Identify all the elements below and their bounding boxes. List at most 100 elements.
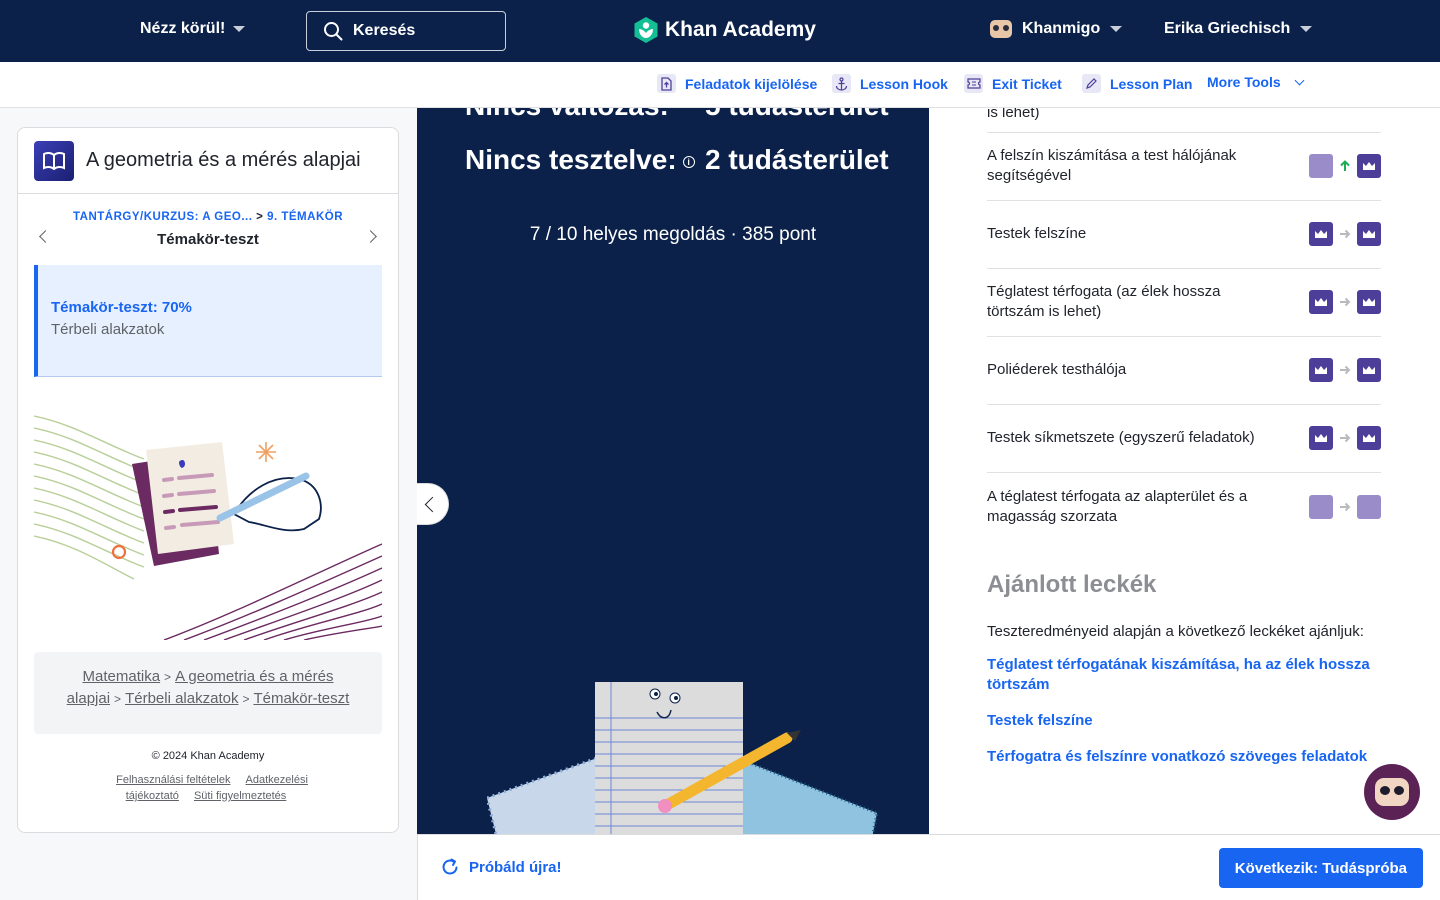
arrow-up-icon [1340, 160, 1350, 171]
skill-row: Téglatest térfogata (az élek hossza tört… [987, 269, 1381, 337]
skill-name: Testek felszíne [987, 225, 1087, 242]
familiar-level-icon [1357, 495, 1381, 519]
user-name: Erika Griechisch [1164, 20, 1291, 37]
next-button[interactable]: Következik: Tudáspróba [1218, 848, 1423, 888]
chevron-down-icon [1294, 75, 1305, 85]
khanmigo-face-icon [1375, 778, 1409, 806]
skill-progress [1309, 222, 1381, 246]
lesson-navigator: TANTÁRGY/KURZUS: A GEO... > 9. TÉMAKÖR T… [18, 194, 398, 266]
brand-logo[interactable]: Khan Academy [633, 16, 816, 44]
paper-character-illustration [487, 682, 879, 834]
terms-link[interactable]: Felhasználási feltételek [116, 774, 230, 786]
path-link-subject[interactable]: Matematika [83, 668, 161, 685]
khanmigo-avatar-icon [990, 20, 1012, 38]
stat-label: Nincs változás: [465, 108, 705, 122]
recommended-lesson-link[interactable]: Térfogatra és felszínre vonatkozó szöveg… [987, 747, 1387, 767]
skill-name: Téglatest térfogata (az élek hossza tört… [987, 283, 1221, 320]
stat-label: Nincs tesztelve: [465, 144, 677, 175]
familiar-level-icon [1309, 495, 1333, 519]
skill-progress [1309, 426, 1381, 450]
skill-row: A felszín kiszámítása a test hálójának s… [987, 133, 1381, 201]
skill-name: A felszín kiszámítása a test hálójának s… [987, 147, 1237, 184]
course-header[interactable]: A geometria és a mérés alapjai [18, 128, 398, 194]
retry-button[interactable]: Próbáld újra! [440, 857, 562, 877]
explore-menu[interactable]: Nézz körül! [140, 20, 246, 38]
skill-name: A téglatest térfogata az alapterület és … [987, 488, 1248, 525]
test-result-item[interactable]: Témakör-teszt: 70% Térbeli alakzatok [34, 265, 382, 377]
tool-lesson-hook[interactable]: Lesson Hook [832, 74, 948, 93]
stat-label-wrap: Nincs tesztelve: i [465, 144, 705, 176]
retry-label: Próbáld újra! [469, 858, 562, 876]
breadcrumb-separator: > [256, 211, 264, 223]
path-separator: > [114, 692, 122, 706]
mastered-crown-icon [1357, 358, 1381, 382]
recommended-lesson-link[interactable]: Téglatest térfogatának kiszámítása, ha a… [987, 655, 1387, 695]
recommended-lesson-link[interactable]: Testek felszíne [987, 711, 1387, 731]
search-input[interactable] [353, 22, 493, 40]
path-link-unit[interactable]: Térbeli alakzatok [125, 690, 238, 707]
recommended-title: Ajánlott leckék [987, 571, 1157, 598]
familiar-level-icon [1309, 154, 1333, 178]
recommended-intro: Teszteredményeid alapján a következő lec… [987, 623, 1364, 640]
mastered-crown-icon [1309, 426, 1333, 450]
chevron-down-icon [1110, 26, 1123, 32]
mastered-crown-icon [1357, 426, 1381, 450]
tool-label: Lesson Plan [1110, 75, 1193, 92]
arrow-right-icon [1340, 502, 1351, 512]
skills-panel: is lehet) A felszín kiszámítása a test h… [929, 108, 1440, 834]
info-icon[interactable]: i [682, 156, 695, 168]
footer-links: Felhasználási feltételek Adatkezelési tá… [98, 772, 320, 804]
path-link-current[interactable]: Témakör-teszt [253, 690, 349, 707]
tool-assign[interactable]: Feladatok kijelölése [657, 74, 817, 93]
anchor-icon [832, 74, 851, 93]
test-topic: Térbeli alakzatok [51, 321, 165, 338]
search-icon [324, 22, 343, 41]
khanmigo-menu[interactable]: Khanmigo [990, 20, 1123, 38]
arrow-right-icon [1340, 365, 1351, 375]
mastered-crown-icon [1309, 358, 1333, 382]
search-box[interactable] [306, 11, 506, 51]
skill-row: Poliéderek testhálója [987, 337, 1381, 405]
results-summary-panel: Nincs változás: 5 tudásterület Nincs tes… [417, 108, 929, 834]
tool-lesson-plan[interactable]: Lesson Plan [1082, 74, 1192, 93]
breadcrumb-unit[interactable]: 9. TÉMAKÖR [267, 211, 343, 223]
skill-row: Testek síkmetszete (egyszerű feladatok) [987, 405, 1381, 473]
assignment-icon [657, 74, 676, 93]
tool-label: Exit Ticket [992, 75, 1062, 92]
arrow-right-icon [1340, 297, 1351, 307]
mastered-crown-icon [1357, 154, 1381, 178]
mastered-crown-icon [1357, 222, 1381, 246]
tool-exit-ticket[interactable]: Exit Ticket [964, 74, 1062, 93]
skill-name: is lehet) [987, 108, 1040, 121]
course-book-icon [34, 140, 74, 181]
khanmigo-chat-button[interactable] [1364, 764, 1420, 820]
skill-row: A téglatest térfogata az alapterület és … [987, 473, 1381, 545]
tool-label: Lesson Hook [860, 75, 948, 92]
more-tools-menu[interactable]: More Tools [1207, 74, 1305, 90]
chevron-down-icon [1300, 26, 1313, 32]
score-summary: 7 / 10 helyes megoldás · 385 pont [529, 224, 817, 245]
path-separator: > [164, 670, 172, 684]
breadcrumb-course[interactable]: TANTÁRGY/KURZUS: A GEO... [73, 211, 252, 223]
skill-row: Testek felszíne [987, 201, 1381, 269]
user-menu[interactable]: Erika Griechisch [1164, 20, 1313, 38]
ticket-icon [964, 74, 983, 93]
mastered-crown-icon [1357, 290, 1381, 314]
more-tools-label: More Tools [1207, 74, 1281, 90]
stat-row-no-change: Nincs változás: 5 tudásterület [465, 108, 889, 122]
tool-label: Feladatok kijelölése [685, 75, 818, 92]
skill-name: Testek síkmetszete (egyszerű feladatok) [987, 429, 1255, 446]
chevron-down-icon [233, 26, 246, 32]
khanmigo-label: Khanmigo [1022, 20, 1101, 37]
course-sidebar: A geometria és a mérés alapjai TANTÁRGY/… [17, 127, 399, 833]
stat-value: 2 tudásterület [705, 144, 889, 175]
test-illustration [34, 415, 382, 640]
explore-label: Nézz körül! [140, 20, 226, 37]
skill-progress [1309, 290, 1381, 314]
stat-row-not-tested: Nincs tesztelve: i 2 tudásterület [465, 144, 889, 176]
cookie-link[interactable]: Süti figyelmeztetés [194, 790, 286, 802]
bottom-action-bar: Próbáld újra! Következik: Tudáspróba [417, 834, 1440, 900]
arrow-right-icon [1340, 433, 1351, 443]
top-navigation: Nézz körül! Khan Academy Khanmigo Erika … [0, 0, 1440, 62]
breadcrumb-path: Matematika > A geometria és a mérés alapja… [34, 652, 382, 734]
